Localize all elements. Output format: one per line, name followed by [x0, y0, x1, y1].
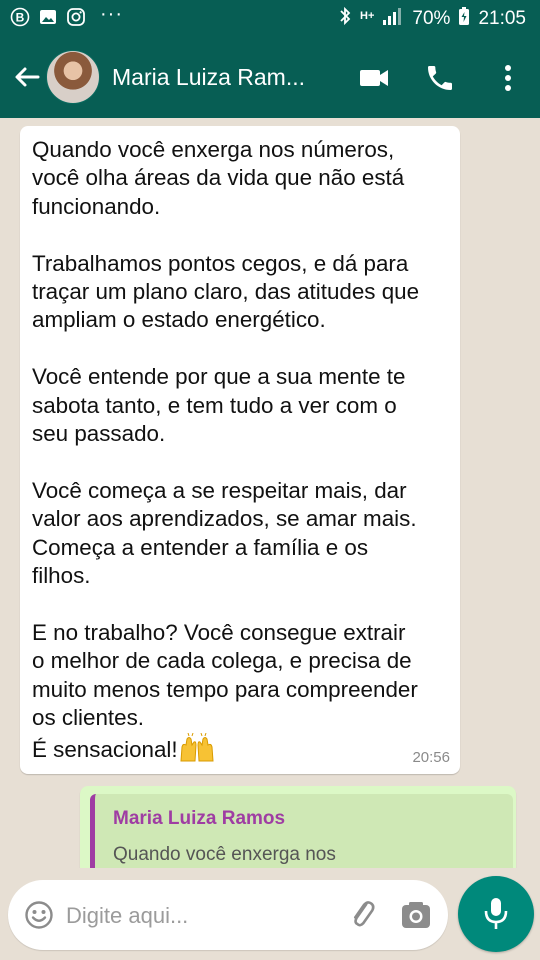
image-icon: [38, 7, 58, 27]
phone-icon[interactable]: [424, 62, 456, 94]
mic-button[interactable]: [458, 876, 534, 952]
microphone-icon: [483, 896, 509, 937]
camera-icon[interactable]: [400, 900, 432, 935]
b-icon: B: [10, 7, 30, 27]
message-text: Quando você enxerga nos números, você ol…: [32, 136, 452, 764]
battery-icon: [458, 6, 470, 32]
network-type: H+: [360, 10, 375, 22]
raising-hands-icon: [178, 732, 216, 763]
video-call-icon[interactable]: [358, 62, 390, 94]
chat-header: Maria Luiza Ram...: [0, 38, 540, 118]
contact-name[interactable]: Maria Luiza Ram...: [112, 64, 305, 91]
clock: 21:05: [478, 8, 526, 29]
avatar[interactable]: [46, 50, 100, 104]
input-placeholder: Digite aqui...: [66, 903, 189, 928]
svg-text:B: B: [16, 11, 25, 25]
quoted-message[interactable]: Maria Luiza Ramos Quando você enxerga no…: [90, 794, 513, 878]
incoming-message[interactable]: Quando você enxerga nos números, você ol…: [20, 126, 460, 774]
instagram-icon: [66, 7, 86, 27]
attach-icon[interactable]: [346, 898, 380, 937]
more-notifications-icon: ···: [100, 2, 123, 25]
outgoing-message[interactable]: Maria Luiza Ramos Quando você enxerga no…: [80, 786, 516, 878]
quoted-author: Maria Luiza Ramos: [113, 808, 286, 829]
bluetooth-icon: [338, 6, 352, 32]
status-bar: B ··· H+ 70% 21:05: [0, 0, 540, 38]
system-indicators: H+ 70% 21:05: [338, 6, 526, 32]
emoji-icon[interactable]: [24, 900, 54, 935]
notification-icons: B ···: [10, 3, 123, 27]
composer: Digite aqui...: [0, 868, 540, 960]
signal-icon: [382, 6, 404, 32]
message-body: Quando você enxerga nos números, você ol…: [32, 137, 420, 762]
more-options-icon[interactable]: [492, 62, 524, 94]
message-input[interactable]: Digite aqui...: [8, 880, 448, 950]
chat-area[interactable]: Quando você enxerga nos números, você ol…: [0, 118, 540, 878]
battery-percent: 70%: [412, 8, 451, 29]
message-time: 20:56: [412, 749, 450, 766]
back-arrow-icon[interactable]: [12, 62, 42, 92]
